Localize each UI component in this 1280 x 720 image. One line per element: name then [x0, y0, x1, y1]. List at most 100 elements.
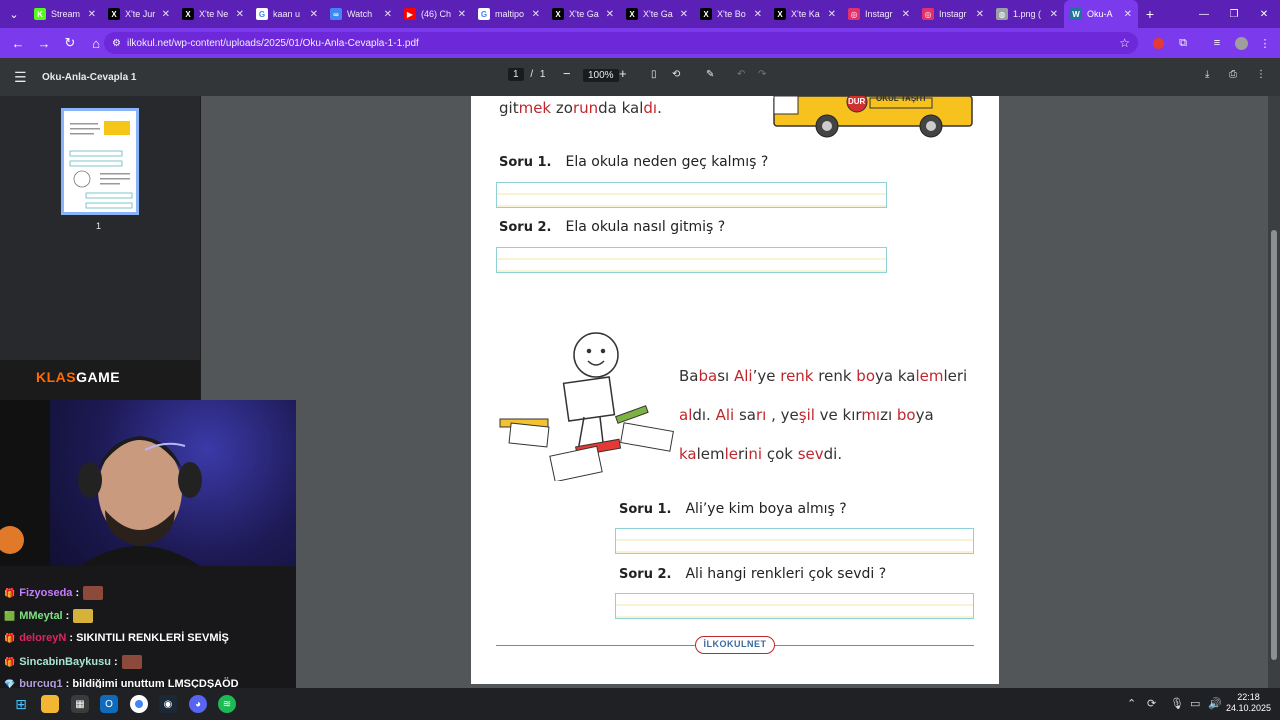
tab-strip: ⌄ K Stream ✕ X X'te Jur ✕ X X'te Ne ✕ Gkaan u ✕ ∞ Wa… [0, 0, 1280, 28]
print-icon[interactable]: ⎙ [1229, 69, 1237, 80]
volume-icon[interactable]: 🔊 [1208, 697, 1222, 710]
tab-8[interactable]: X X'te Ga ✕ [620, 0, 694, 28]
tab-close-icon[interactable]: ✕ [754, 9, 762, 20]
chat-username[interactable]: SincabinBaykusu [19, 656, 111, 668]
download-icon[interactable]: ⤓ [1205, 69, 1209, 80]
windows-start-icon[interactable]: ⊞ [12, 695, 30, 713]
undo-icon[interactable]: ↶ [737, 69, 745, 80]
forward-icon[interactable]: → [32, 31, 56, 55]
tab-6[interactable]: Gmaltipo ✕ [472, 0, 546, 28]
new-tab-button[interactable]: + [1138, 6, 1162, 22]
minimize-icon[interactable]: — [1188, 0, 1220, 28]
answer-box-4[interactable] [615, 593, 974, 619]
steam-icon[interactable]: ◉ [159, 695, 177, 713]
answer-box-3[interactable] [615, 528, 974, 554]
page-number-input[interactable]: 1 [508, 68, 524, 81]
back-icon[interactable]: ← [6, 31, 30, 55]
tab-close-icon[interactable]: ✕ [606, 9, 614, 20]
tab-5[interactable]: ▶ (46) Ch ✕ [398, 0, 472, 28]
tab-3[interactable]: Gkaan u ✕ [250, 0, 324, 28]
tab-search-icon[interactable]: ⌄ [0, 0, 28, 28]
outlook-icon[interactable]: O [100, 695, 118, 713]
tray-overflow-icon[interactable]: ⌃ [1127, 697, 1136, 710]
restore-icon[interactable]: ❐ [1218, 0, 1250, 28]
school-bus-illustration [773, 96, 973, 138]
chat-badge-icon: 🎁 [4, 587, 16, 598]
tab-4[interactable]: ∞ Watch ✕ [324, 0, 398, 28]
site-info-icon[interactable]: ⚙ [112, 38, 121, 49]
tab-close-icon[interactable]: ✕ [1050, 9, 1058, 20]
chat-username[interactable]: Fizyoseda [19, 587, 72, 599]
annotate-icon[interactable]: ✎ [706, 69, 714, 80]
text-segment: git [499, 99, 519, 117]
tab-0[interactable]: K Stream ✕ [28, 0, 102, 28]
profile-avatar[interactable] [1230, 32, 1252, 54]
text-segment: şil [798, 406, 815, 424]
tab-close-icon[interactable]: ✕ [310, 9, 318, 20]
sync-icon[interactable]: ⟳ [1147, 697, 1156, 710]
rotate-icon[interactable]: ⟲ [672, 69, 680, 80]
tab-10[interactable]: X X'te Ka ✕ [768, 0, 842, 28]
tab-1[interactable]: X X'te Jur ✕ [102, 0, 176, 28]
tab-13[interactable]: ◍ 1.png (✕ [990, 0, 1064, 28]
chat-badge-icon: 🎁 [4, 656, 16, 667]
tab-close-icon[interactable]: ✕ [902, 9, 910, 20]
scrollbar-thumb[interactable] [1271, 230, 1277, 660]
chat-emote [83, 586, 104, 600]
tab-14[interactable]: W Oku-A ✕ [1064, 0, 1138, 28]
answer-box-1[interactable] [496, 182, 887, 208]
extension-icon[interactable] [1147, 32, 1169, 54]
tab-label: Instagr [939, 9, 967, 19]
spotify-icon[interactable]: ≋ [218, 695, 236, 713]
file-explorer-icon[interactable] [41, 695, 59, 713]
tab-close-icon[interactable]: ✕ [1124, 9, 1132, 20]
display-icon[interactable]: ▭ [1190, 697, 1200, 710]
microphone-icon[interactable]: 🎙 [1170, 697, 1184, 710]
more-options-icon[interactable]: ⋮ [1256, 69, 1266, 80]
question-4-text: Ali hangi renkleri çok sevdi ? [685, 566, 887, 582]
sidebar-menu-icon[interactable]: ☰ [14, 69, 27, 86]
story-line: Babası Ali’ye renk renk boya kalemleri [679, 367, 967, 385]
media-control-icon[interactable]: ≡ [1206, 32, 1228, 54]
tab-7[interactable]: X X'te Ga ✕ [546, 0, 620, 28]
extensions-puzzle-icon[interactable]: ⧉ [1172, 32, 1194, 54]
chat-username[interactable]: MMeytal [19, 610, 62, 622]
globe-icon: ∞ [330, 8, 342, 20]
tab-close-icon[interactable]: ✕ [532, 9, 540, 20]
close-window-icon[interactable]: ✕ [1248, 0, 1280, 28]
text-segment: run [572, 99, 599, 117]
tab-close-icon[interactable]: ✕ [976, 9, 984, 20]
tab-close-icon[interactable]: ✕ [828, 9, 836, 20]
tab-close-icon[interactable]: ✕ [88, 9, 96, 20]
zoom-in-icon[interactable]: + [619, 66, 627, 81]
chrome-icon[interactable] [130, 695, 148, 713]
address-bar[interactable]: ⚙ ilkokul.net/wp-content/uploads/2025/01… [104, 32, 1138, 54]
tab-close-icon[interactable]: ✕ [458, 9, 466, 20]
zoom-input[interactable]: 100% [583, 69, 619, 82]
question-3: Soru 1. Ali’ye kim boya almış ? [619, 501, 847, 517]
reload-icon[interactable]: ↻ [58, 31, 82, 55]
tab-12[interactable]: ◎ Instagr ✕ [916, 0, 990, 28]
x-icon: X [700, 8, 712, 20]
store-icon[interactable]: ▦ [71, 695, 89, 713]
tab-close-icon[interactable]: ✕ [680, 9, 688, 20]
chat-message: 🟩 MMeytal : [4, 609, 94, 623]
redo-icon[interactable]: ↷ [758, 69, 766, 80]
tab-close-icon[interactable]: ✕ [236, 9, 244, 20]
browser-menu-icon[interactable]: ⋮ [1254, 32, 1276, 54]
discord-icon[interactable]: ◕ [189, 695, 207, 713]
zoom-out-icon[interactable]: − [563, 66, 571, 81]
taskbar-clock[interactable]: 22:18 24.10.2025 [1226, 692, 1271, 714]
answer-box-2[interactable] [496, 247, 887, 273]
tab-close-icon[interactable]: ✕ [384, 9, 392, 20]
tab-9[interactable]: X X'te Bo ✕ [694, 0, 768, 28]
tab-close-icon[interactable]: ✕ [162, 9, 170, 20]
fit-page-icon[interactable]: ▯ [651, 69, 657, 80]
chat-badge-icon: 🟩 [4, 610, 16, 621]
bookmark-star-icon[interactable]: ☆ [1119, 36, 1130, 50]
page-thumbnail[interactable] [61, 108, 139, 215]
tab-11[interactable]: ◎ Instagr ✕ [842, 0, 916, 28]
chat-username[interactable]: deloreyN [19, 632, 66, 644]
tab-label: Oku-A [1087, 9, 1113, 19]
tab-2[interactable]: X X'te Ne ✕ [176, 0, 250, 28]
